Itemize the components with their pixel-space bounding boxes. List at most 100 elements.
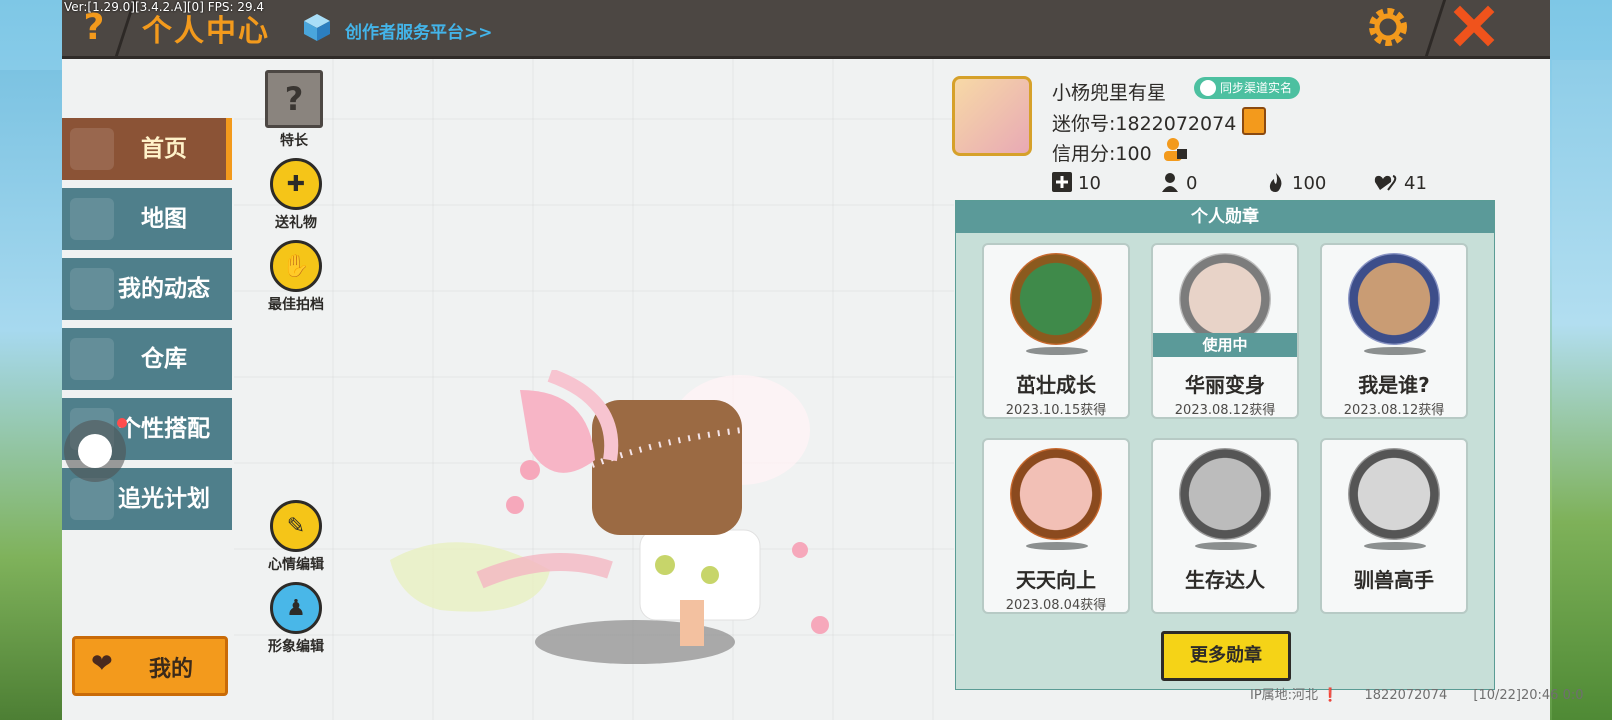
medal-name: 华丽变身 xyxy=(1185,373,1265,397)
send-gift-label: 送礼物 xyxy=(275,215,317,231)
sidebar-item-warehouse[interactable]: 仓库 xyxy=(62,328,232,390)
edit-icon: ✎ xyxy=(270,500,322,552)
credit-info-icon[interactable] xyxy=(1162,136,1188,162)
avatar[interactable] xyxy=(952,76,1032,156)
warehouse-icon xyxy=(70,338,114,380)
medal-name: 天天向上 xyxy=(1016,568,1096,592)
settings-button[interactable] xyxy=(1365,4,1411,50)
game-background-right xyxy=(1552,60,1612,720)
sidebar-item-activity[interactable]: 我的动态 xyxy=(62,258,232,320)
hearts-icon xyxy=(1374,175,1397,191)
handshake-icon: ✋ xyxy=(270,240,322,292)
medal-shadow xyxy=(1026,542,1088,550)
sidebar-item-label: 地图 xyxy=(141,206,187,232)
best-partner-label: 最佳拍档 xyxy=(268,297,324,313)
stat-likes-value: 41 xyxy=(1404,173,1427,194)
status-footer: IP属地:河北 ❗ 1822072074 [10/22]20:46 0:0 xyxy=(1250,684,1606,703)
sidebar-item-label: 首页 xyxy=(141,136,187,162)
stat-followers[interactable]: 0 xyxy=(1160,172,1197,194)
medal-horse-icon xyxy=(1348,448,1440,540)
profile-stats: 10 0 100 41 xyxy=(1052,172,1452,196)
mini-id: 迷你号:1822072074 xyxy=(1052,113,1237,135)
footer-timestamp: [10/22]20:46 0:0 xyxy=(1473,688,1584,703)
mood-edit-label: 心情编辑 xyxy=(268,557,324,573)
medal-panel-title: 个人勋章 xyxy=(956,201,1494,233)
verify-badge-label: 同步渠道实名 xyxy=(1220,81,1293,95)
medal-name: 茁壮成长 xyxy=(1016,373,1096,397)
stat-additions[interactable]: 10 xyxy=(1052,172,1101,194)
medal-name: 我是谁? xyxy=(1358,373,1430,397)
medal-name: 生存达人 xyxy=(1185,568,1265,592)
medal-card[interactable]: 使用中 华丽变身 2023.08.12获得 xyxy=(1151,243,1299,419)
player-character-model[interactable] xyxy=(380,370,860,670)
sidebar-item-label: 我的动态 xyxy=(118,276,210,302)
plan-icon xyxy=(70,478,114,520)
copy-icon[interactable] xyxy=(1242,107,1266,135)
more-medals-button[interactable]: 更多勋章 xyxy=(1161,631,1291,681)
outfit-edit-icon: ♟ xyxy=(270,582,322,634)
creator-platform-link[interactable]: 创作者服务平台>> xyxy=(345,18,493,43)
medal-shadow xyxy=(1026,347,1088,355)
close-button[interactable] xyxy=(1450,2,1498,50)
medal-identity-icon xyxy=(1348,253,1440,345)
specialty-button[interactable]: ? 特长 xyxy=(259,70,329,150)
medal-grow-icon xyxy=(1010,253,1102,345)
medal-card[interactable]: 驯兽高手 xyxy=(1320,438,1468,614)
divider xyxy=(1424,0,1447,56)
plus-box-icon xyxy=(1052,172,1072,192)
top-bar: ? 个人中心 创作者服务平台>> xyxy=(62,0,1550,59)
nickname: 小杨兜里有星 xyxy=(1052,82,1167,104)
question-box-icon: ? xyxy=(265,70,323,128)
medal-card[interactable]: 茁壮成长 2023.10.15获得 xyxy=(982,243,1130,419)
my-button-label: 我的 xyxy=(149,657,194,682)
send-gift-button[interactable]: ✚ 送礼物 xyxy=(261,158,331,232)
flame-icon xyxy=(1269,173,1282,192)
debug-overlay: Ver:[1.29.0][3.4.2.A][0] FPS: 29.4 xyxy=(64,0,265,14)
medal-date: 2023.08.12获得 xyxy=(1343,403,1445,418)
joystick-knob[interactable] xyxy=(78,434,112,468)
stat-popularity[interactable]: 100 xyxy=(1266,172,1326,194)
footer-mini-id: 1822072074 xyxy=(1364,688,1448,703)
stat-likes[interactable]: 41 xyxy=(1374,172,1427,194)
verify-badge[interactable]: 同步渠道实名 xyxy=(1194,77,1301,99)
sidebar-item-map[interactable]: 地图 xyxy=(62,188,232,250)
home-icon xyxy=(70,128,114,170)
map-icon xyxy=(70,198,114,240)
close-icon xyxy=(1453,5,1495,47)
trophy-user-icon xyxy=(1162,173,1178,192)
stat-additions-value: 10 xyxy=(1078,173,1101,194)
medal-transform-icon xyxy=(1179,253,1271,345)
best-partner-button[interactable]: ✋ 最佳拍档 xyxy=(261,240,331,314)
medal-card[interactable]: 天天向上 2023.08.04获得 xyxy=(982,438,1130,614)
floating-joystick[interactable] xyxy=(64,420,126,482)
medal-shadow xyxy=(1364,347,1426,355)
specialty-label: 特长 xyxy=(280,133,308,149)
medal-name: 驯兽高手 xyxy=(1354,568,1434,592)
credit-score: 信用分:100 xyxy=(1052,143,1152,165)
sidebar-item-home[interactable]: 首页 xyxy=(62,118,232,180)
gift-icon: ✚ xyxy=(270,158,322,210)
user-verify-icon xyxy=(1200,80,1216,96)
medal-card[interactable]: 我是谁? 2023.08.12获得 xyxy=(1320,243,1468,419)
avatar-edit-label: 形象编辑 xyxy=(268,639,324,655)
bell-icon xyxy=(70,268,114,310)
sidebar-item-label: 个性搭配 xyxy=(118,416,210,442)
sidebar-item-label: 追光计划 xyxy=(118,486,210,512)
sidebar-item-label: 仓库 xyxy=(141,346,187,372)
medal-date: 2023.08.12获得 xyxy=(1174,403,1276,418)
stat-followers-value: 0 xyxy=(1186,173,1198,194)
medal-card[interactable]: 生存达人 xyxy=(1151,438,1299,614)
medal-in-use-tag: 使用中 xyxy=(1153,333,1297,357)
medal-campfire-icon xyxy=(1179,448,1271,540)
game-background-left xyxy=(0,70,62,720)
medal-date: 2023.08.04获得 xyxy=(1005,598,1107,613)
medal-shadow xyxy=(1364,542,1426,550)
medal-calendar-icon xyxy=(1010,448,1102,540)
avatar-edit-button[interactable]: ♟ 形象编辑 xyxy=(261,582,331,656)
my-button[interactable]: ❤ 我的 xyxy=(72,636,228,696)
notification-dot xyxy=(117,418,127,428)
mood-edit-button[interactable]: ✎ 心情编辑 xyxy=(261,500,331,574)
ip-location: IP属地:河北 ❗ xyxy=(1250,688,1339,703)
medal-date: 2023.10.15获得 xyxy=(1005,403,1107,418)
medal-shadow xyxy=(1195,542,1257,550)
